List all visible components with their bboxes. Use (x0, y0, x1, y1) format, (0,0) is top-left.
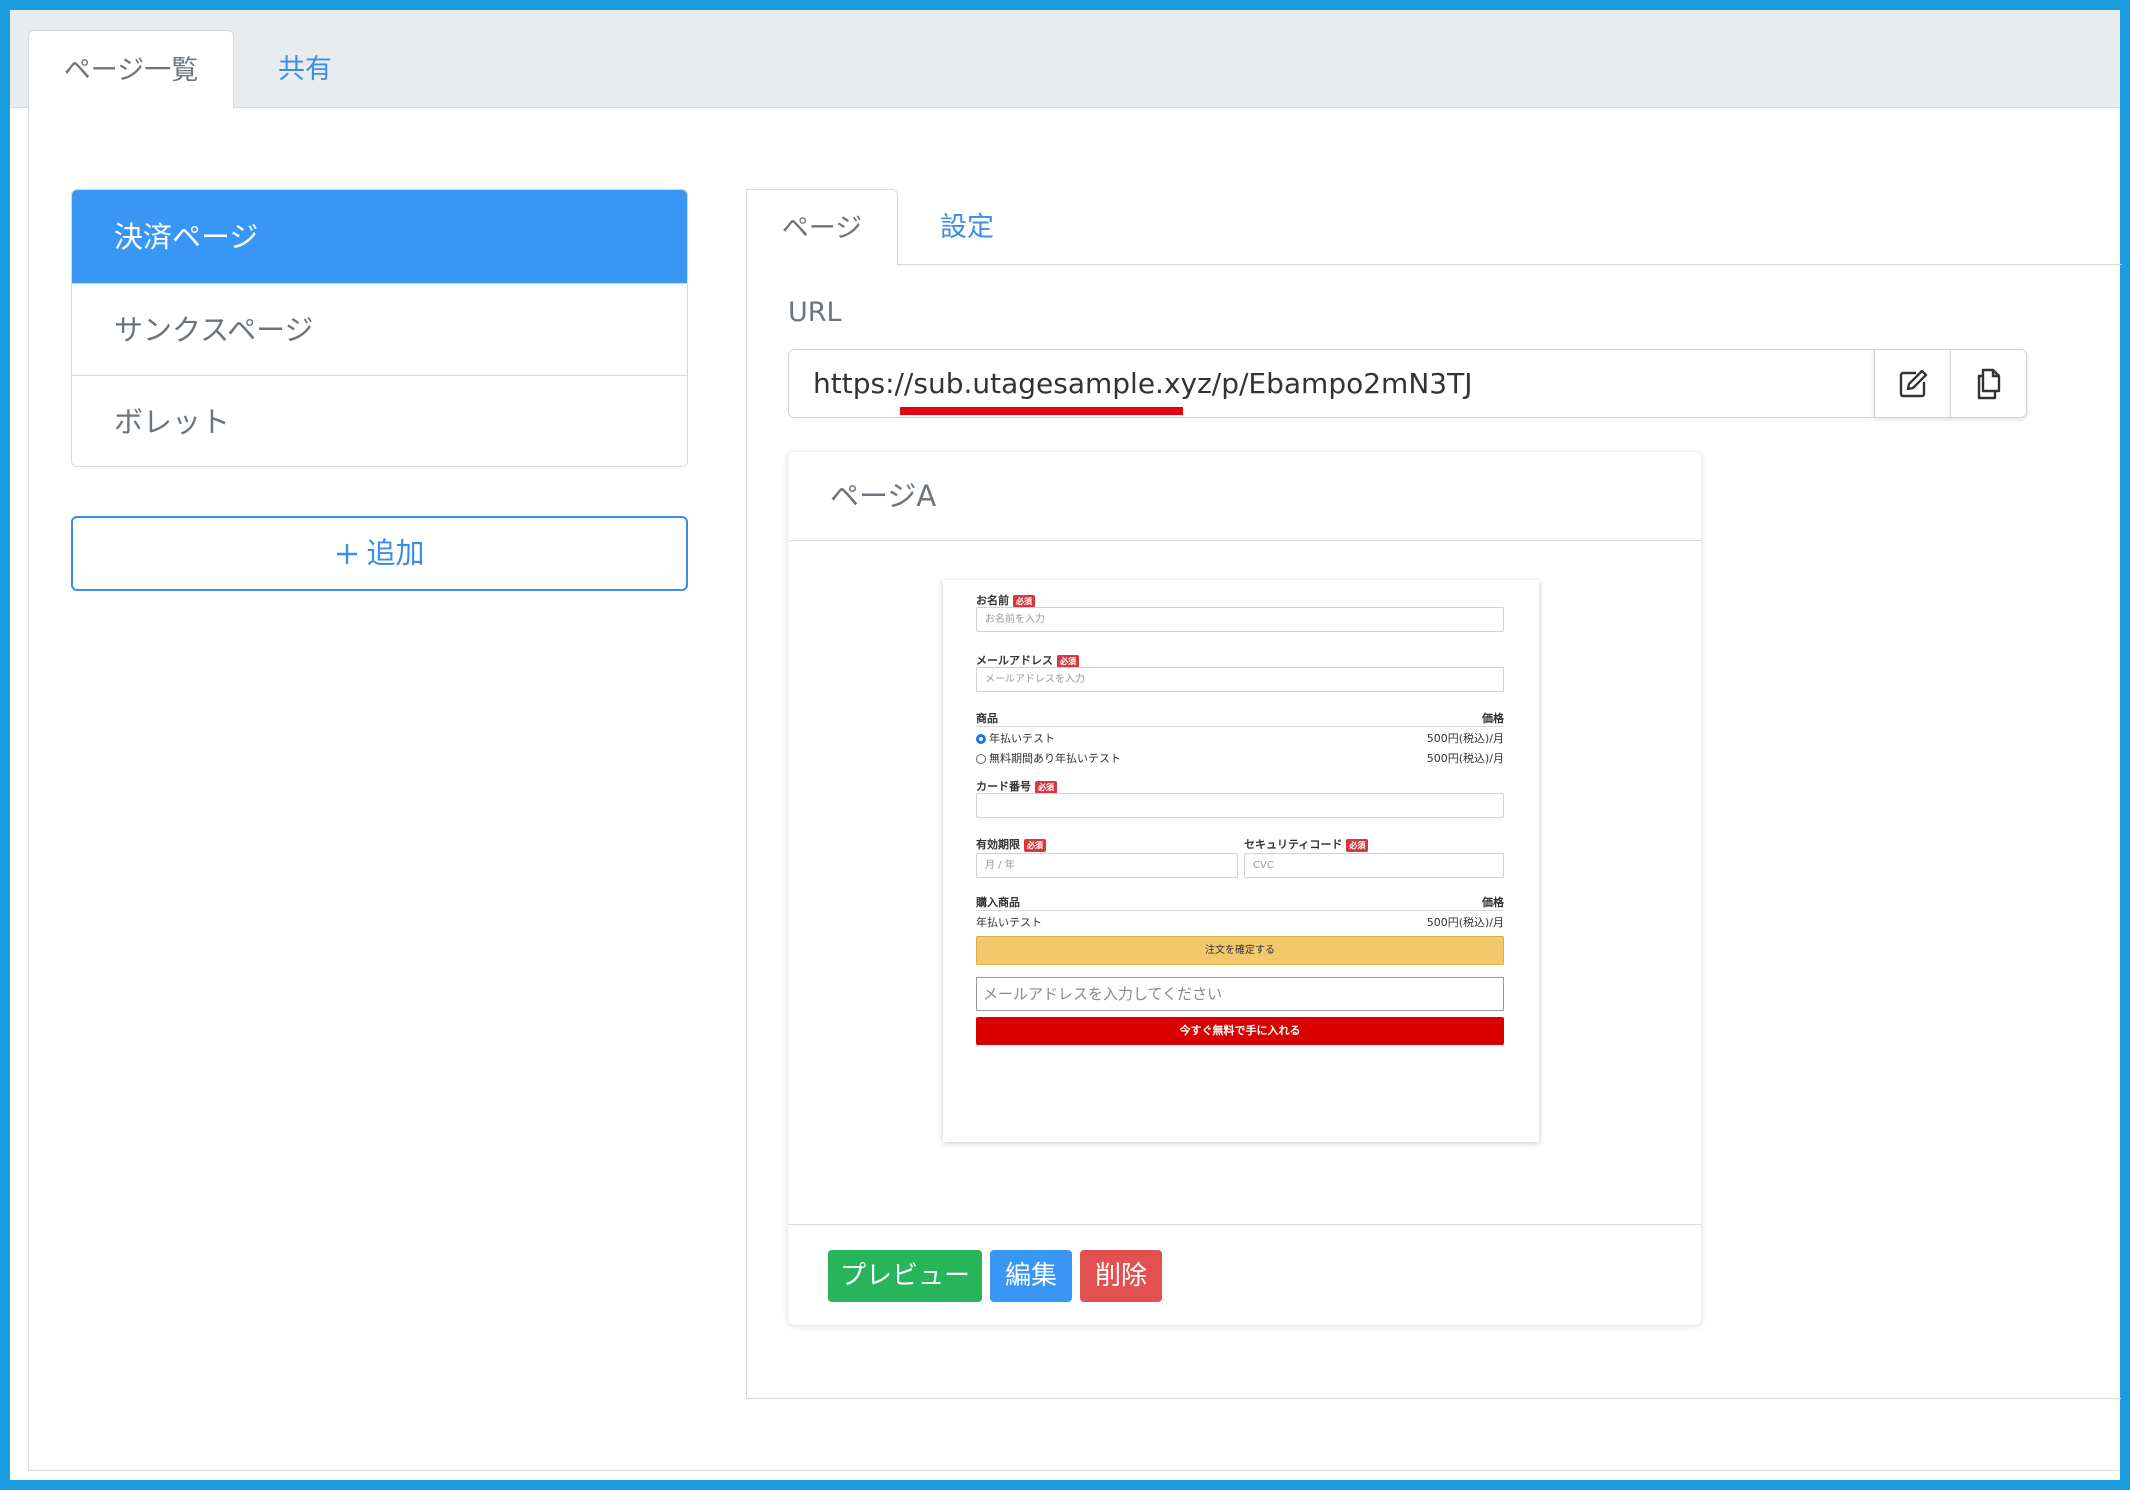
delete-button[interactable]: 削除 (1080, 1250, 1162, 1302)
thumb-email-label: メールアドレス 必須 (976, 652, 1079, 668)
inner-tab-bar: ページ 設定 (747, 189, 2122, 266)
thumb-confirm-button: 注文を確定する (976, 936, 1504, 965)
add-button[interactable]: 追加 (71, 516, 688, 591)
tab-page[interactable]: ページ (747, 189, 898, 266)
list-item-payment-page[interactable]: 決済ページ (72, 190, 687, 284)
tab-page-list[interactable]: ページ一覧 (28, 30, 234, 109)
page-card: ページA お名前 必須 お名前を入力 メールアドレス 必須 メールアドレスを入力 商… (788, 452, 1701, 1325)
required-badge: 必須 (1057, 654, 1079, 668)
thumb-name-label: お名前 必須 (976, 592, 1035, 608)
page-thumbnail[interactable]: お名前 必須 お名前を入力 メールアドレス 必須 メールアドレスを入力 商品 価格 年… (943, 580, 1539, 1142)
thumb-product-header: 商品 価格 (976, 712, 1504, 725)
required-badge: 必須 (1024, 838, 1046, 852)
page-detail-panel: ページ 設定 URL https://sub.utagesample.xyz/p… (746, 189, 2122, 1399)
edit-url-button[interactable] (1874, 349, 1951, 418)
app-window: ページ一覧 共有 決済ページ サンクスページ ボレット 追加 ページ 設定 UR… (10, 10, 2122, 1480)
page-card-title: ページA (788, 452, 1701, 541)
required-badge: 必須 (1346, 838, 1369, 852)
divider (976, 726, 1504, 727)
page-card-actions: プレビュー 編集 削除 (788, 1224, 1701, 1325)
edit-button[interactable]: 編集 (990, 1250, 1072, 1302)
list-item-thanks-page[interactable]: サンクスページ (72, 284, 687, 376)
thumb-card-label: カード番号 必須 (976, 778, 1057, 794)
thumb-product-row: 年払いテスト 500円(税込)/月 (976, 730, 1504, 746)
page-list: 決済ページ サンクスページ ボレット (71, 189, 688, 467)
thumb-cta-button: 今すぐ無料で手に入れる (976, 1017, 1504, 1045)
edit-icon (1899, 369, 1927, 397)
thumb-name-input: お名前を入力 (976, 607, 1504, 632)
thumb-product-row: 無料期間あり年払いテスト 500円(税込)/月 (976, 750, 1504, 766)
thumb-cvc-label: セキュリティコード 必須 (1244, 836, 1369, 852)
url-label: URL (788, 297, 842, 328)
thumb-cvc-input: CVC (1244, 853, 1504, 878)
radio-selected-icon (976, 734, 986, 744)
top-tab-bar: ページ一覧 共有 (10, 10, 2120, 109)
thumb-purchased-header: 購入商品 価格 (976, 896, 1504, 909)
url-highlight-underline (900, 407, 1183, 415)
thumb-purchased-row: 年払いテスト 500円(税込)/月 (976, 916, 1504, 929)
radio-unselected-icon (976, 754, 986, 764)
required-badge: 必須 (1013, 594, 1035, 608)
thumb-expiry-label: 有効期限 必須 (976, 836, 1046, 852)
page-preview-area: お名前 必須 お名前を入力 メールアドレス 必須 メールアドレスを入力 商品 価格 年… (788, 542, 1701, 1224)
tab-settings[interactable]: 設定 (907, 189, 1027, 266)
preview-button[interactable]: プレビュー (828, 1250, 982, 1302)
copy-url-button[interactable] (1950, 349, 2027, 418)
add-button-label: 追加 (366, 536, 425, 570)
thumb-email-optin-input: メールアドレスを入力してください (976, 977, 1504, 1011)
main-content: 決済ページ サンクスページ ボレット 追加 ページ 設定 URL https:/… (28, 109, 2122, 1471)
thumb-card-input (976, 793, 1504, 818)
plus-icon (337, 544, 358, 564)
divider (976, 910, 1504, 911)
tab-share[interactable]: 共有 (240, 30, 370, 109)
required-badge: 必須 (1035, 780, 1057, 794)
thumb-email-input: メールアドレスを入力 (976, 667, 1504, 692)
list-item-bolet[interactable]: ボレット (72, 376, 687, 466)
thumb-expiry-input: 月 / 年 (976, 853, 1238, 878)
copy-icon (1977, 368, 2000, 399)
